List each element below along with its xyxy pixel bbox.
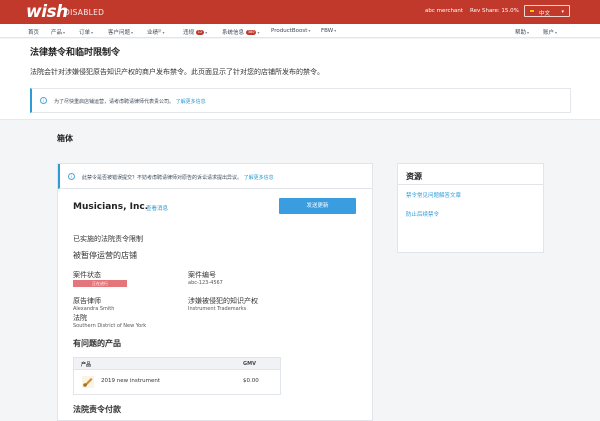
product-thumbnail xyxy=(82,376,94,388)
chevron-down-icon: ▾ xyxy=(91,29,94,35)
main-nav: 首页 产品▾ 订单▾ 客户问题▾ 业绩新▾ 违规 12 ▾ 系统信息 380 ▾ P… xyxy=(0,24,600,38)
resources-title: 资源 xyxy=(406,172,422,181)
chevron-down-icon: ▾ xyxy=(63,29,66,35)
nav-account-label: 账户 xyxy=(543,29,555,36)
nav-account[interactable]: 账户▾ xyxy=(543,28,557,36)
divider xyxy=(398,184,543,185)
nav-performance-label: 业绩 xyxy=(147,29,159,36)
nav-fbw[interactable]: FBW▾ xyxy=(321,28,336,34)
lightbulb-icon: i xyxy=(68,173,75,180)
chevron-down-icon: ▾ xyxy=(131,29,134,35)
chevron-down-icon: ▾ xyxy=(257,29,260,35)
problem-products-heading: 有问题的产品 xyxy=(73,339,121,348)
nav-performance[interactable]: 业绩新▾ xyxy=(147,28,165,36)
merchant-name: abc merchant xyxy=(425,8,464,14)
nav-productboost[interactable]: ProductBoost▾ xyxy=(271,28,310,34)
nav-customer-issues-label: 客户问题 xyxy=(108,29,131,36)
language-selector[interactable]: 中文 ▾ xyxy=(524,5,570,17)
learn-more-link[interactable]: 了解更多信息 xyxy=(176,99,206,105)
learn-more-link[interactable]: 了解更多信息 xyxy=(244,175,274,181)
mode-label: DISABLED xyxy=(64,8,105,17)
lightbulb-icon: i xyxy=(40,97,47,104)
attorney-notice: i 为了尽快重启店铺运营，请考虑聘请律师代表贵公司。 了解更多信息 xyxy=(30,88,571,113)
attorney-notice-text: 为了尽快重启店铺运营，请考虑聘请律师代表贵公司。 xyxy=(54,99,175,105)
nav-orders[interactable]: 订单▾ xyxy=(79,28,93,36)
nav-customer-issues[interactable]: 客户问题▾ xyxy=(108,28,133,36)
dispute-notice: i 此禁令是否被错误提交？不妨考虑聘请律师对原告的诉讼请求提出异议。 了解更多信… xyxy=(58,164,372,189)
column-header-product: 产品 xyxy=(81,362,92,368)
language-label: 中文 xyxy=(539,10,551,17)
ip-label: 涉嫌被侵犯的知识产权 xyxy=(188,297,258,305)
page-title: 法律禁令和临时限制令 xyxy=(30,48,121,58)
nav-home-label: 首页 xyxy=(28,29,40,36)
status-badge: 正在进行 xyxy=(73,280,127,287)
ip-value: Instrument Trademarks xyxy=(188,306,247,312)
top-bar: wish DISABLED abc merchant Rev Share: 15… xyxy=(0,0,600,24)
nav-orders-label: 订单 xyxy=(79,29,91,36)
chevron-down-icon: ▾ xyxy=(308,27,311,33)
nav-messages[interactable]: 系统信息 380 ▾ xyxy=(222,28,259,36)
restriction-value: 被暂停运营的店铺 xyxy=(73,251,137,260)
view-message-link[interactable]: 查看消息 xyxy=(146,204,168,212)
chevron-down-icon: ▾ xyxy=(205,29,208,35)
plaintiff-attorney-value: Alexandra Smith xyxy=(73,306,115,312)
chevron-down-icon: ▾ xyxy=(334,27,337,33)
nav-violations[interactable]: 违规 12 ▾ xyxy=(183,28,207,36)
dispute-notice-text: 此禁令是否被错误提交？不妨考虑聘请律师对原告的诉讼请求提出异议。 xyxy=(82,174,243,181)
payment-heading: 法院责令付款 xyxy=(73,405,121,414)
column-header-gmv: GMV xyxy=(243,361,256,367)
nav-help[interactable]: 帮助▾ xyxy=(515,28,529,36)
page-description: 法院会针对涉嫌侵犯原告知识产权的商户发布禁令。此页面显示了针对您的店铺所发布的禁… xyxy=(30,68,324,76)
wish-logo[interactable]: wish xyxy=(26,2,68,22)
products-table: 产品 GMV 2019 new instrument $0.00 xyxy=(73,357,281,395)
section-label: 箱体 xyxy=(57,134,73,143)
table-row[interactable]: 2019 new instrument $0.00 xyxy=(74,370,280,394)
messages-count-badge: 380 xyxy=(245,29,257,35)
nav-fbw-label: FBW xyxy=(321,27,334,34)
implemented-restrictions-label: 已实施的法院责令限制 xyxy=(73,235,143,243)
rev-share: Rev Share: 15.0% xyxy=(470,8,519,14)
violations-count-badge: 12 xyxy=(195,29,205,35)
court-value: Southern District of New York xyxy=(73,323,147,329)
new-tag: 新 xyxy=(158,28,162,33)
faq-link[interactable]: 禁令常见问题解答文章 xyxy=(406,191,461,199)
nav-products-label: 产品 xyxy=(51,29,63,36)
chevron-down-icon: ▾ xyxy=(561,8,564,15)
court-label: 法院 xyxy=(73,314,87,322)
china-flag-icon xyxy=(529,9,535,13)
chevron-down-icon: ▾ xyxy=(555,29,558,35)
send-update-button[interactable]: 发送更新 xyxy=(279,198,356,214)
injunction-card: i 此禁令是否被错误提交？不妨考虑聘请律师对原告的诉讼请求提出异议。 了解更多信… xyxy=(57,163,373,421)
plaintiff-attorney-label: 原告律师 xyxy=(73,297,101,305)
case-number-label: 案件编号 xyxy=(188,271,216,279)
chevron-down-icon: ▾ xyxy=(527,29,530,35)
prevent-injunction-link[interactable]: 防止后续禁令 xyxy=(406,210,439,218)
nav-help-label: 帮助 xyxy=(515,29,527,36)
nav-productboost-label: ProductBoost xyxy=(271,27,308,34)
resources-panel: 资源 禁令常见问题解答文章 防止后续禁令 xyxy=(397,163,544,253)
plaintiff-name: Musicians, Inc. xyxy=(73,202,149,212)
case-status-label: 案件状态 xyxy=(73,271,101,279)
chevron-down-icon: ▾ xyxy=(162,29,165,35)
nav-products[interactable]: 产品▾ xyxy=(51,28,65,36)
case-number-value: abc-123-4567 xyxy=(188,280,223,286)
nav-messages-label: 系统信息 xyxy=(222,29,245,36)
product-gmv: $0.00 xyxy=(243,378,259,384)
nav-violations-label: 违规 xyxy=(183,29,195,36)
nav-home[interactable]: 首页 xyxy=(28,28,39,36)
table-header: 产品 GMV xyxy=(74,358,280,370)
product-name: 2019 new instrument xyxy=(101,378,161,384)
